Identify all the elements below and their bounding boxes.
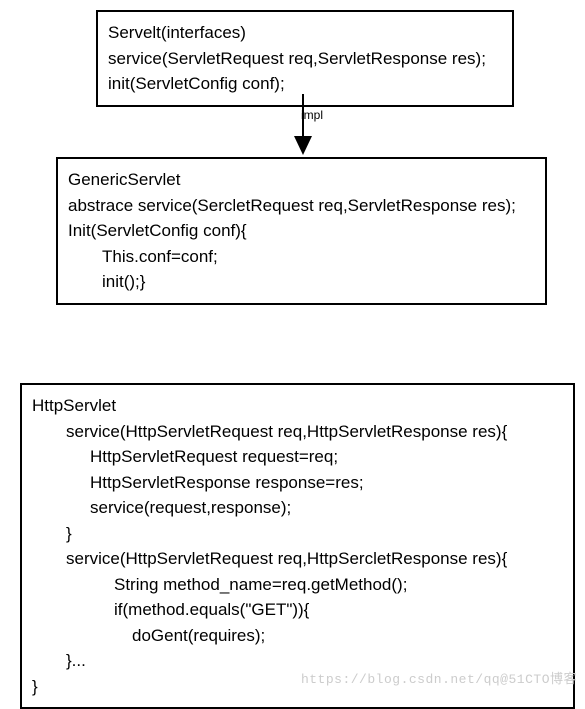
watermark-text: https://blog.csdn.net/qq@51CTO博客 — [301, 668, 577, 687]
box3-line8: String method_name=req.getMethod(); — [32, 572, 563, 598]
box3-line9: if(method.equals("GET")){ — [32, 597, 563, 623]
box2-line3: Init(ServletConfig conf){ — [68, 218, 535, 244]
box1-line2: service(ServletRequest req,ServletRespon… — [108, 46, 502, 72]
box3-line1: HttpServlet — [32, 393, 563, 419]
box2-line1: GenericServlet — [68, 167, 535, 193]
box2-line2: abstrace service(SercletRequest req,Serv… — [68, 193, 535, 219]
box1-line3: init(ServletConfig conf); — [108, 71, 502, 97]
arrow-label: impl — [301, 108, 323, 122]
box3-line5: service(request,response); — [32, 495, 563, 521]
box3-line4: HttpServletResponse response=res; — [32, 470, 563, 496]
generic-servlet-box: GenericServlet abstrace service(SercletR… — [56, 157, 547, 305]
box3-line2: service(HttpServletRequest req,HttpServl… — [32, 419, 563, 445]
impl-arrow — [283, 94, 323, 157]
arrow-head-icon — [294, 136, 312, 155]
box2-line5: init();} — [68, 269, 535, 295]
http-servlet-box: HttpServlet service(HttpServletRequest r… — [20, 383, 575, 709]
box2-line4: This.conf=conf; — [68, 244, 535, 270]
box3-line6: } — [32, 521, 563, 547]
box3-line3: HttpServletRequest request=req; — [32, 444, 563, 470]
box1-line1: Servelt(interfaces) — [108, 20, 502, 46]
box3-line10: doGent(requires); — [32, 623, 563, 649]
servlet-interface-box: Servelt(interfaces) service(ServletReque… — [96, 10, 514, 107]
box3-line7: service(HttpServletRequest req,HttpSercl… — [32, 546, 563, 572]
